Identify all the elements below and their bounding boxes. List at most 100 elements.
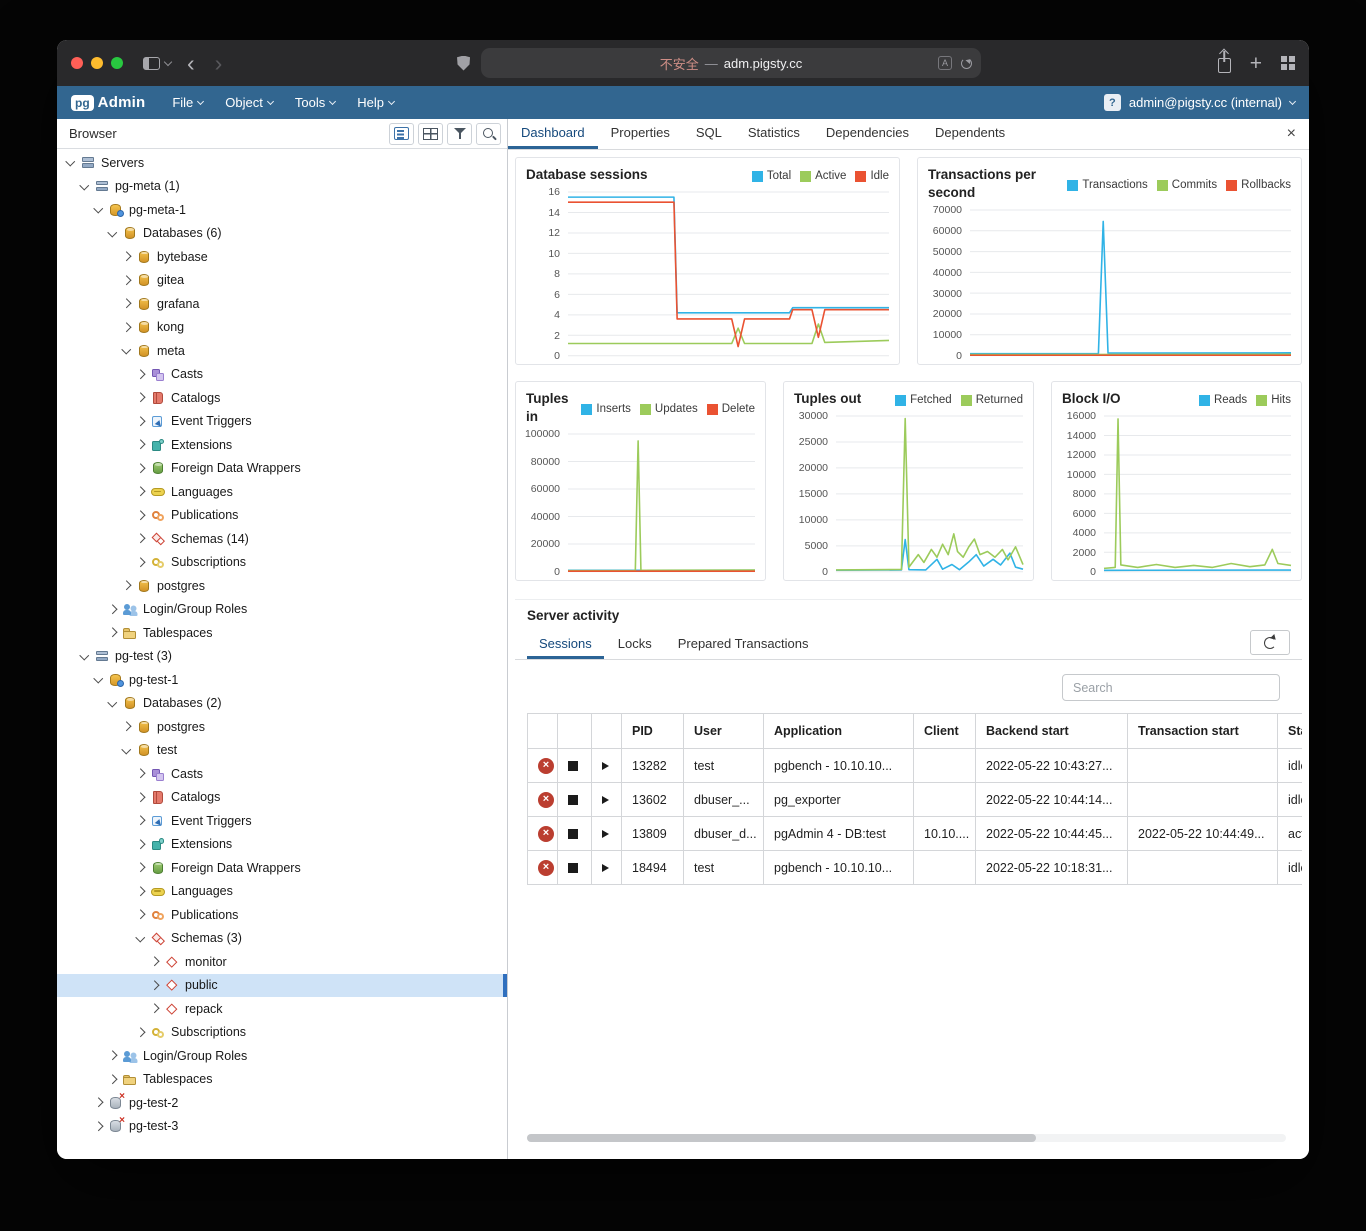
tree-item-foreign-data-wrappers[interactable]: Foreign Data Wrappers [57,856,507,880]
tree-item-event-triggers[interactable]: Event Triggers [57,410,507,434]
tree-item-casts[interactable]: Casts [57,363,507,387]
chevron-down-icon[interactable] [77,179,92,194]
chevron-right-icon[interactable] [119,249,134,264]
terminate-session-icon[interactable]: × [538,792,554,808]
tab-locks[interactable]: Locks [606,629,664,659]
chevron-right-icon[interactable] [133,414,148,429]
menu-help[interactable]: Help [346,86,405,119]
tab-sessions[interactable]: Sessions [527,629,604,659]
tree-item-catalogs[interactable]: Catalogs [57,386,507,410]
search-input[interactable] [1062,674,1280,701]
chevron-down-icon[interactable] [63,155,78,170]
tab-prepared-transactions[interactable]: Prepared Transactions [666,629,821,659]
menu-tools[interactable]: Tools [284,86,346,119]
tree-item-schemas-14[interactable]: Schemas (14) [57,527,507,551]
tree-item-casts[interactable]: Casts [57,762,507,786]
cancel-query-icon[interactable] [568,795,578,805]
chevron-right-icon[interactable] [91,1119,106,1134]
chevron-right-icon[interactable] [133,884,148,899]
sidebar-toggle-button[interactable] [137,49,177,77]
chevron-right-icon[interactable] [119,320,134,335]
chevron-down-icon[interactable] [91,672,106,687]
grid-view-button[interactable] [418,123,443,145]
tree-item-pg-test-3[interactable]: pg-test-3 [57,1115,507,1139]
tree-item-meta[interactable]: meta [57,339,507,363]
menu-object[interactable]: Object [214,86,284,119]
chevron-right-icon[interactable] [133,531,148,546]
chevron-right-icon[interactable] [133,390,148,405]
chevron-down-icon[interactable] [119,343,134,358]
new-tab-button[interactable]: + [1250,53,1262,74]
horizontal-scrollbar[interactable] [527,1134,1286,1142]
tab-dependencies[interactable]: Dependencies [813,119,922,149]
tree-item-login-group-roles[interactable]: Login/Group Roles [57,1044,507,1068]
terminate-session-icon[interactable]: × [538,758,554,774]
minimize-window-button[interactable] [91,57,103,69]
tree-item-pg-meta-1[interactable]: pg-meta-1 [57,198,507,222]
tree-item-catalogs[interactable]: Catalogs [57,786,507,810]
tab-dashboard[interactable]: Dashboard [508,119,598,149]
chevron-right-icon[interactable] [133,907,148,922]
tree-item-pg-test-2[interactable]: pg-test-2 [57,1091,507,1115]
chevron-right-icon[interactable] [133,508,148,523]
chevron-right-icon[interactable] [133,367,148,382]
chevron-down-icon[interactable] [91,202,106,217]
chevron-right-icon[interactable] [105,625,120,640]
search-button[interactable] [476,123,501,145]
terminate-session-icon[interactable]: × [538,860,554,876]
forward-button[interactable]: › [205,52,233,75]
tree-item-monitor[interactable]: monitor [57,950,507,974]
account-label[interactable]: admin@pigsty.cc (internal) [1129,95,1282,110]
tree-item-extensions[interactable]: Extensions [57,833,507,857]
chevron-down-icon[interactable] [1289,97,1296,104]
tree-item-publications[interactable]: Publications [57,504,507,528]
tree-item-login-group-roles[interactable]: Login/Group Roles [57,598,507,622]
tree-item-pg-test-1[interactable]: pg-test-1 [57,668,507,692]
chevron-right-icon[interactable] [147,1001,162,1016]
chevron-down-icon[interactable] [133,931,148,946]
chevron-down-icon[interactable] [119,743,134,758]
filter-button[interactable] [447,123,472,145]
terminate-session-icon[interactable]: × [538,826,554,842]
chevron-right-icon[interactable] [133,555,148,570]
chevron-right-icon[interactable] [133,837,148,852]
chevron-right-icon[interactable] [133,790,148,805]
session-row[interactable]: ×13809dbuser_d...pgAdmin 4 - DB:test10.1… [528,817,1303,851]
share-icon[interactable] [1218,58,1231,73]
tree-item-languages[interactable]: Languages [57,880,507,904]
tree-item-foreign-data-wrappers[interactable]: Foreign Data Wrappers [57,457,507,481]
tab-statistics[interactable]: Statistics [735,119,813,149]
chevron-down-icon[interactable] [105,696,120,711]
close-window-button[interactable] [71,57,83,69]
tree-item-languages[interactable]: Languages [57,480,507,504]
chevron-right-icon[interactable] [133,860,148,875]
chevron-right-icon[interactable] [133,813,148,828]
tree-item-kong[interactable]: kong [57,316,507,340]
tree-item-databases-6[interactable]: Databases (6) [57,222,507,246]
tree-item-schemas-3[interactable]: Schemas (3) [57,927,507,951]
tree-item-pg-test-3[interactable]: pg-test (3) [57,645,507,669]
chevron-down-icon[interactable] [77,649,92,664]
tab-properties[interactable]: Properties [598,119,683,149]
chevron-right-icon[interactable] [105,1048,120,1063]
chevron-right-icon[interactable] [119,273,134,288]
back-button[interactable]: ‹ [177,52,205,75]
chevron-down-icon[interactable] [105,226,120,241]
tree-item-tablespaces[interactable]: Tablespaces [57,621,507,645]
tree-item-postgres[interactable]: postgres [57,574,507,598]
session-row[interactable]: ×13602dbuser_...pg_exporter2022-05-22 10… [528,783,1303,817]
tree-item-extensions[interactable]: Extensions [57,433,507,457]
chevron-right-icon[interactable] [119,719,134,734]
refresh-button[interactable] [1250,630,1290,655]
tree-item-repack[interactable]: repack [57,997,507,1021]
tree-item-subscriptions[interactable]: Subscriptions [57,1021,507,1045]
tree-item-test[interactable]: test [57,739,507,763]
scrollbar-thumb[interactable] [527,1134,1036,1142]
close-panel-icon[interactable]: × [1274,119,1309,149]
chevron-right-icon[interactable] [91,1095,106,1110]
chevron-right-icon[interactable] [147,954,162,969]
tree-item-servers[interactable]: Servers [57,151,507,175]
chevron-right-icon[interactable] [133,1025,148,1040]
chevron-right-icon[interactable] [133,461,148,476]
help-icon[interactable]: ? [1104,94,1121,111]
